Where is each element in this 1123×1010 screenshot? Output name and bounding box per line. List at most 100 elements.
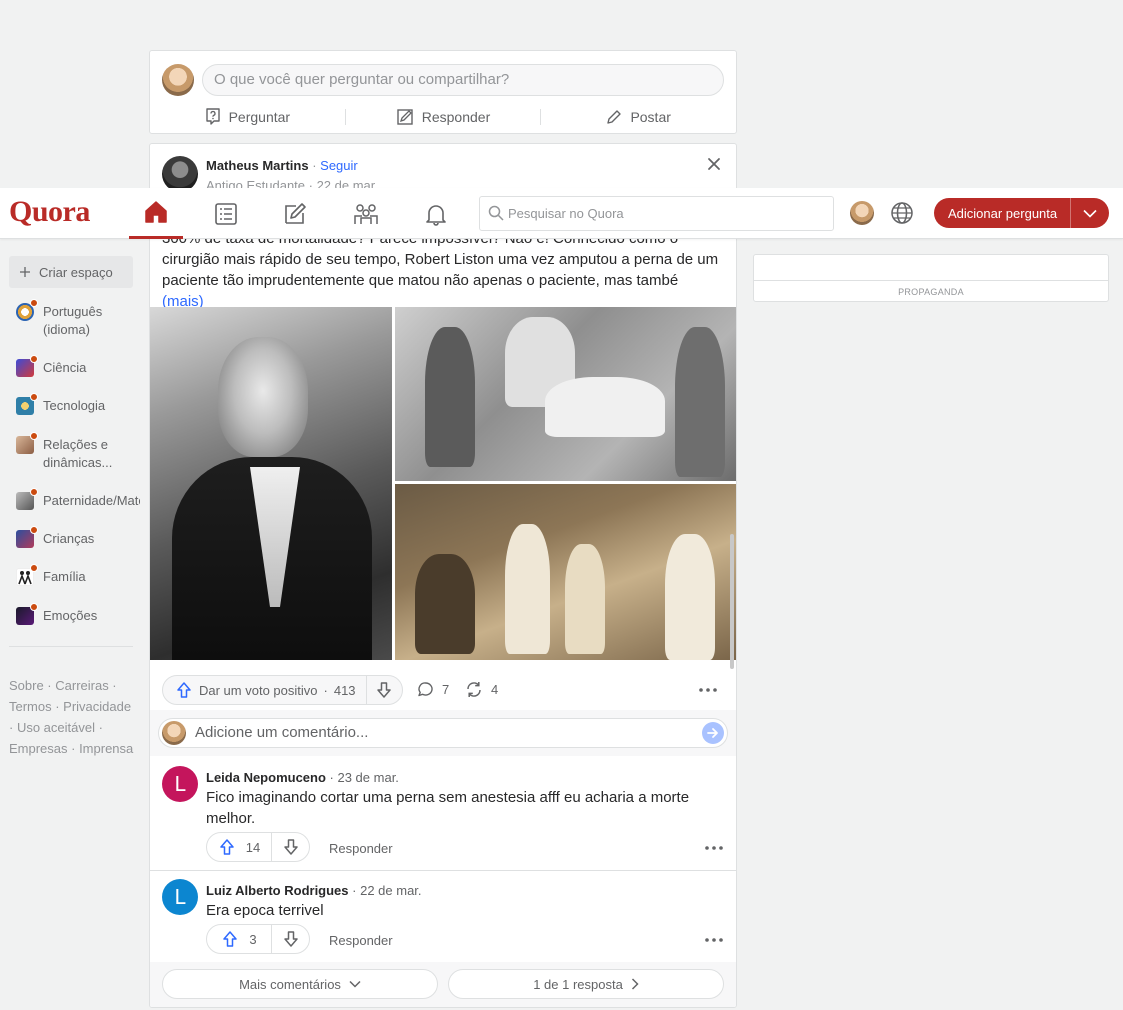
sidebar-item-label: Crianças <box>43 531 95 546</box>
notification-dot <box>30 299 38 307</box>
comment-text: Fico imaginando cortar uma perna sem ane… <box>206 789 690 827</box>
commenter-line: Leida Nepomuceno · 23 de mar. <box>206 770 399 785</box>
create-space-label: Criar espaço <box>39 264 113 280</box>
photo-figure <box>505 524 550 654</box>
plus-icon <box>19 266 31 278</box>
profile-avatar[interactable] <box>850 201 874 225</box>
post-body[interactable]: 300% de taxa de mortalidade? Parece impo… <box>162 228 724 312</box>
follow-link[interactable]: Seguir <box>320 158 358 173</box>
more-options-icon[interactable] <box>698 682 718 698</box>
language-globe-icon[interactable] <box>890 201 914 230</box>
post-image-collage[interactable] <box>150 307 736 660</box>
comment-upvote-button[interactable]: 14 <box>207 833 271 861</box>
feed-list-icon <box>214 202 238 226</box>
close-icon[interactable] <box>704 154 724 174</box>
sidebar-item-label: Português (idioma) <box>43 304 103 337</box>
sidebar-item-familia[interactable]: Família <box>16 564 140 586</box>
commenter-avatar[interactable]: L <box>162 879 198 915</box>
notification-dot <box>30 488 38 496</box>
comment-input[interactable]: Adicione um comentário... <box>158 718 728 748</box>
separator-dot: · <box>312 158 321 173</box>
comment-upvote-button[interactable]: 3 <box>207 925 271 953</box>
divider <box>9 646 133 647</box>
question-icon <box>205 108 221 126</box>
more-options-icon[interactable] <box>704 840 724 856</box>
comment-vote-bar: 14 <box>206 832 310 862</box>
nav-spaces[interactable] <box>339 188 393 239</box>
advertisement-box[interactable]: PROPAGANDA <box>753 254 1109 302</box>
user-avatar[interactable] <box>162 64 194 96</box>
ask-question-button[interactable]: Perguntar <box>150 103 345 131</box>
photo-face <box>218 337 308 457</box>
comment-vote-bar: 3 <box>206 924 310 954</box>
search-input[interactable]: Pesquisar no Quora <box>479 196 834 231</box>
search-icon <box>488 205 504 221</box>
photo-figure <box>565 544 605 654</box>
downvote-arrow-icon <box>282 838 300 856</box>
photo-figure <box>415 554 475 654</box>
notification-dot <box>30 432 38 440</box>
add-question-button[interactable]: Adicionar pergunta <box>934 198 1109 228</box>
reply-button[interactable]: Responder <box>329 841 393 856</box>
comment-downvote-button[interactable] <box>271 925 309 953</box>
answer-button[interactable]: Responder <box>346 103 541 131</box>
more-comments-button[interactable]: Mais comentários <box>162 969 438 999</box>
nav-home[interactable] <box>129 188 183 239</box>
upvote-button[interactable]: Dar um voto positivo · 413 <box>163 676 366 704</box>
sidebar-item-label: Família <box>43 569 86 584</box>
answers-pager-button[interactable]: 1 de 1 resposta <box>448 969 724 999</box>
sidebar-item-label: Emoções <box>43 608 98 623</box>
comment-downvote-button[interactable] <box>271 833 309 861</box>
comment-upvote-count: 14 <box>245 839 261 855</box>
comment-upvote-count: 3 <box>249 931 257 947</box>
downvote-arrow-icon <box>282 930 300 948</box>
post-card: Matheus Martins · Seguir Antigo Estudant… <box>149 143 737 1008</box>
sidebar-item-relacoes[interactable]: Relações e dinâmicas... <box>16 432 140 470</box>
footer-links[interactable]: Sobre · Carreiras · Termos · Privacidade… <box>9 675 137 759</box>
comments-button[interactable]: 7 <box>417 681 449 698</box>
send-arrow-icon <box>707 727 719 739</box>
bell-icon <box>424 202 448 226</box>
comment-date: · 22 de mar. <box>352 883 422 898</box>
author-avatar[interactable] <box>162 156 198 192</box>
notification-dot <box>30 603 38 611</box>
commenter-name[interactable]: Leida Nepomuceno <box>206 770 326 785</box>
quora-logo[interactable]: Quora <box>9 195 90 229</box>
photo-figure <box>665 534 715 660</box>
scrollbar-thumb[interactable] <box>730 534 734 669</box>
create-space-button[interactable]: Criar espaço <box>9 256 133 288</box>
vote-bar: Dar um voto positivo · 413 <box>162 675 403 705</box>
nav-answer[interactable] <box>268 188 322 239</box>
sidebar-item-tecnologia[interactable]: Tecnologia <box>16 393 140 415</box>
sidebar-item-criancas[interactable]: Crianças <box>16 526 140 548</box>
comment-count: 7 <box>442 682 450 697</box>
notification-dot <box>30 564 38 572</box>
comment-composer: Adicione um comentário... <box>150 710 736 756</box>
ask-input[interactable]: O que você quer perguntar ou compartilha… <box>202 64 724 96</box>
sidebar-item-paternidade[interactable]: Paternidade/Maternidade <box>16 488 140 510</box>
photo-figure <box>545 377 665 437</box>
sidebar-item-portugues[interactable]: Português (idioma) <box>16 299 140 337</box>
ask-question-label: Perguntar <box>228 109 291 125</box>
nav-following[interactable] <box>199 188 253 239</box>
comment-icon <box>417 681 434 698</box>
chevron-down-icon[interactable] <box>1071 209 1109 218</box>
commenter-name[interactable]: Luiz Alberto Rodrigues <box>206 883 349 898</box>
reply-button[interactable]: Responder <box>329 933 393 948</box>
share-button[interactable]: 4 <box>465 681 498 698</box>
nav-notifications[interactable] <box>409 188 463 239</box>
photo-figure <box>675 327 725 477</box>
ad-label: PROPAGANDA <box>754 280 1108 302</box>
downvote-button[interactable] <box>365 676 402 704</box>
more-options-icon[interactable] <box>704 932 724 948</box>
post-label: Postar <box>630 109 671 125</box>
sidebar-item-ciencia[interactable]: Ciência <box>16 355 140 377</box>
chevron-down-icon <box>349 980 361 988</box>
author-name[interactable]: Matheus Martins <box>206 158 309 173</box>
post-button[interactable]: Postar <box>541 103 736 131</box>
more-comments-label: Mais comentários <box>239 976 341 992</box>
sidebar-item-emocoes[interactable]: Emoções <box>16 603 140 625</box>
send-comment-button[interactable] <box>702 722 724 744</box>
commenter-avatar[interactable]: L <box>162 766 198 802</box>
surgery-engraving-photo <box>395 307 736 481</box>
